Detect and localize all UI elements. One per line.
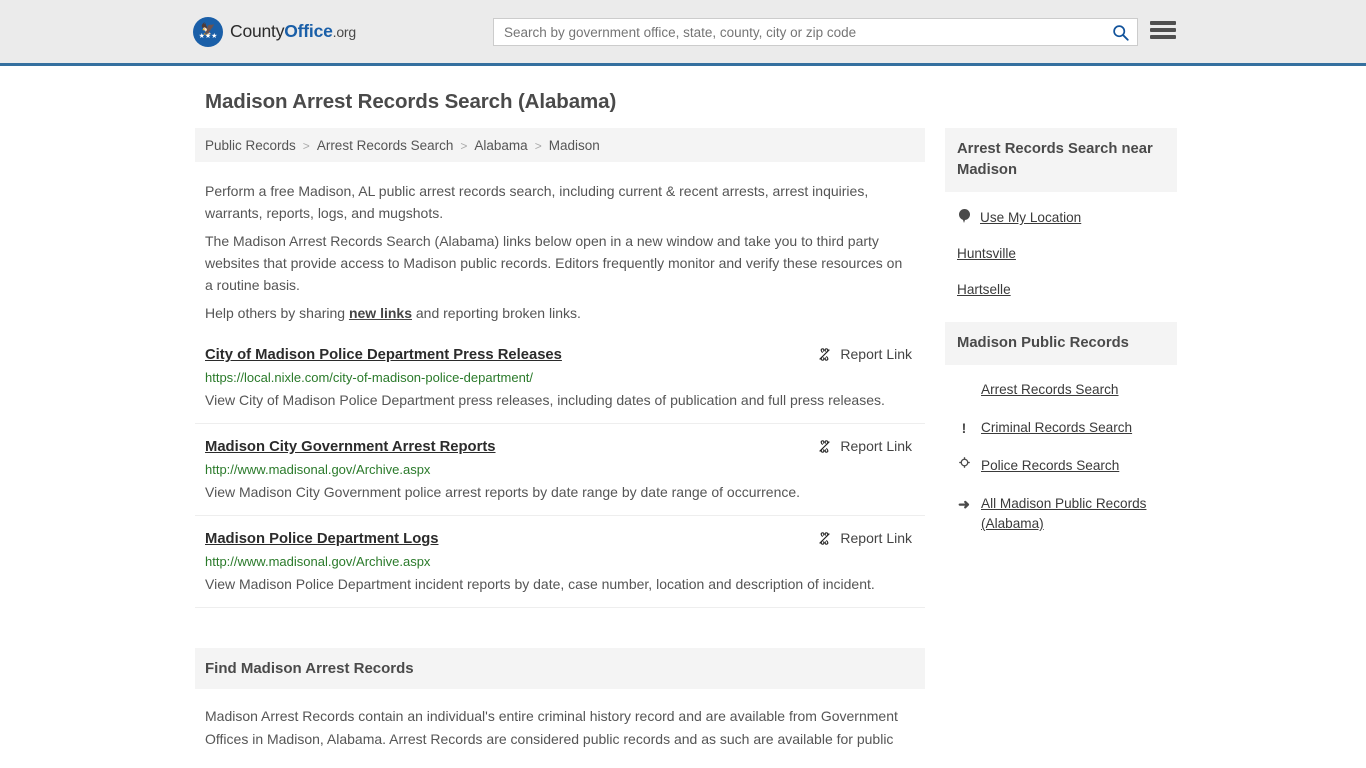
sidebar-item-label: Hartselle bbox=[957, 282, 1011, 297]
page-title: Madison Arrest Records Search (Alabama) bbox=[205, 90, 617, 113]
site-header: 🦅 ★★★ CountyOffice.org bbox=[0, 0, 1366, 66]
report-link-label: Report Link bbox=[840, 346, 912, 362]
result-item: Madison Police Department Logs Report Li… bbox=[195, 528, 925, 608]
sidebar-item-hartselle[interactable]: Hartselle bbox=[945, 272, 1177, 308]
broken-link-icon bbox=[819, 439, 831, 453]
result-url[interactable]: http://www.madisonal.gov/Archive.aspx bbox=[205, 552, 915, 572]
sidebar-item-label: Arrest Records Search bbox=[981, 382, 1119, 397]
report-link-label: Report Link bbox=[840, 530, 912, 546]
brand-part-county: County bbox=[230, 21, 285, 41]
result-title-link[interactable]: Madison City Government Arrest Reports bbox=[205, 436, 496, 458]
sidebar-item-label: All Madison Public Records (Alabama) bbox=[981, 496, 1147, 531]
result-header: Madison Police Department Logs Report Li… bbox=[205, 528, 915, 550]
map-pin-icon bbox=[957, 208, 971, 223]
result-description: View Madison City Government police arre… bbox=[205, 484, 801, 500]
new-links-link[interactable]: new links bbox=[349, 305, 412, 321]
intro-p3-before: Help others by sharing bbox=[205, 305, 349, 321]
main-column: Public Records > Arrest Records Search >… bbox=[195, 128, 925, 751]
result-url[interactable]: https://local.nixle.com/city-of-madison-… bbox=[205, 368, 915, 388]
intro-paragraph-3: Help others by sharing new links and rep… bbox=[195, 302, 925, 324]
sidebar-item-all-madison-public-records[interactable]: ➜ All Madison Public Records (Alabama) bbox=[945, 485, 1177, 543]
eagle-seal-icon: 🦅 ★★★ bbox=[193, 16, 223, 47]
sidebar-item-criminal-records-search[interactable]: ! Criminal Records Search bbox=[945, 409, 1177, 447]
site-logo-link[interactable]: 🦅 ★★★ CountyOffice.org bbox=[193, 16, 356, 47]
broken-link-icon bbox=[819, 347, 831, 361]
public-records-nav: Arrest Records Search ! Criminal Records… bbox=[945, 365, 1177, 543]
sidebar: Arrest Records Search near Madison Use M… bbox=[945, 128, 1177, 751]
exclamation-icon: ! bbox=[961, 420, 967, 436]
result-item: Madison City Government Arrest Reports R… bbox=[195, 436, 925, 516]
result-description: View City of Madison Police Department p… bbox=[205, 392, 885, 408]
sidebar-item-arrest-records-search[interactable]: Arrest Records Search bbox=[945, 371, 1177, 409]
find-records-header: Find Madison Arrest Records bbox=[195, 648, 925, 689]
sidebar-item-label: Huntsville bbox=[957, 246, 1016, 261]
result-item: City of Madison Police Department Press … bbox=[195, 344, 925, 424]
report-link-button[interactable]: Report Link bbox=[817, 436, 915, 454]
result-header: Madison City Government Arrest Reports R… bbox=[205, 436, 915, 458]
search-button[interactable] bbox=[1103, 19, 1137, 45]
nearby-search-card: Arrest Records Search near Madison Use M… bbox=[945, 128, 1177, 308]
breadcrumb-separator: > bbox=[302, 138, 310, 153]
find-records-section: Find Madison Arrest Records Madison Arre… bbox=[195, 648, 925, 751]
breadcrumb-item-madison: Madison bbox=[548, 138, 600, 153]
sidebar-item-label: Police Records Search bbox=[981, 458, 1120, 473]
brand-part-dotorg: .org bbox=[332, 24, 357, 40]
result-title-link[interactable]: Madison Police Department Logs bbox=[205, 528, 439, 550]
breadcrumb-separator: > bbox=[534, 138, 542, 153]
result-url[interactable]: http://www.madisonal.gov/Archive.aspx bbox=[205, 460, 915, 480]
find-records-body: Madison Arrest Records contain an indivi… bbox=[205, 708, 898, 747]
search-bar[interactable] bbox=[493, 18, 1138, 46]
breadcrumb-item-alabama[interactable]: Alabama bbox=[474, 138, 527, 153]
sidebar-item-label: Use My Location bbox=[980, 210, 1082, 225]
page-body: Madison Arrest Records Search (Alabama) … bbox=[0, 66, 1366, 751]
results-list: City of Madison Police Department Press … bbox=[195, 344, 925, 608]
breadcrumb: Public Records > Arrest Records Search >… bbox=[195, 128, 925, 162]
report-link-button[interactable]: Report Link bbox=[817, 528, 915, 546]
sidebar-item-huntsville[interactable]: Huntsville bbox=[945, 236, 1177, 272]
intro-paragraph-2: The Madison Arrest Records Search (Alaba… bbox=[205, 233, 903, 293]
search-input[interactable] bbox=[494, 24, 1103, 40]
police-badge-icon bbox=[957, 456, 971, 469]
intro-text: Perform a free Madison, AL public arrest… bbox=[195, 180, 925, 324]
public-records-card: Madison Public Records Arrest Records Se… bbox=[945, 322, 1177, 543]
result-description: View Madison Police Department incident … bbox=[205, 576, 875, 592]
breadcrumb-item-public-records[interactable]: Public Records bbox=[205, 138, 296, 153]
sidebar-item-label: Criminal Records Search bbox=[981, 420, 1133, 435]
result-header: City of Madison Police Department Press … bbox=[205, 344, 915, 366]
hamburger-menu-icon[interactable] bbox=[1150, 19, 1176, 41]
broken-link-icon bbox=[819, 531, 831, 545]
brand-part-office: Office bbox=[284, 21, 333, 41]
content-columns: Public Records > Arrest Records Search >… bbox=[0, 114, 1366, 751]
nearby-search-card-header: Arrest Records Search near Madison bbox=[945, 128, 1177, 192]
sidebar-item-police-records-search[interactable]: Police Records Search bbox=[945, 447, 1177, 485]
intro-paragraph-1: Perform a free Madison, AL public arrest… bbox=[205, 183, 869, 221]
police-badge-icon-svg bbox=[958, 457, 970, 468]
public-records-card-header: Madison Public Records bbox=[945, 322, 1177, 365]
brand-wordmark: CountyOffice.org bbox=[230, 21, 356, 42]
intro-p3-after: and reporting broken links. bbox=[412, 305, 581, 321]
breadcrumb-item-arrest-records-search[interactable]: Arrest Records Search bbox=[317, 138, 454, 153]
breadcrumb-separator: > bbox=[460, 138, 468, 153]
nearby-search-list: Use My Location Huntsville Hartselle bbox=[945, 192, 1177, 308]
report-link-label: Report Link bbox=[840, 438, 912, 454]
report-link-button[interactable]: Report Link bbox=[817, 344, 915, 362]
search-icon bbox=[1112, 24, 1129, 41]
result-title-link[interactable]: City of Madison Police Department Press … bbox=[205, 344, 562, 366]
white-square-icon bbox=[957, 380, 971, 391]
arrow-right-icon: ➜ bbox=[958, 496, 970, 512]
sidebar-item-use-my-location[interactable]: Use My Location bbox=[945, 200, 1177, 236]
